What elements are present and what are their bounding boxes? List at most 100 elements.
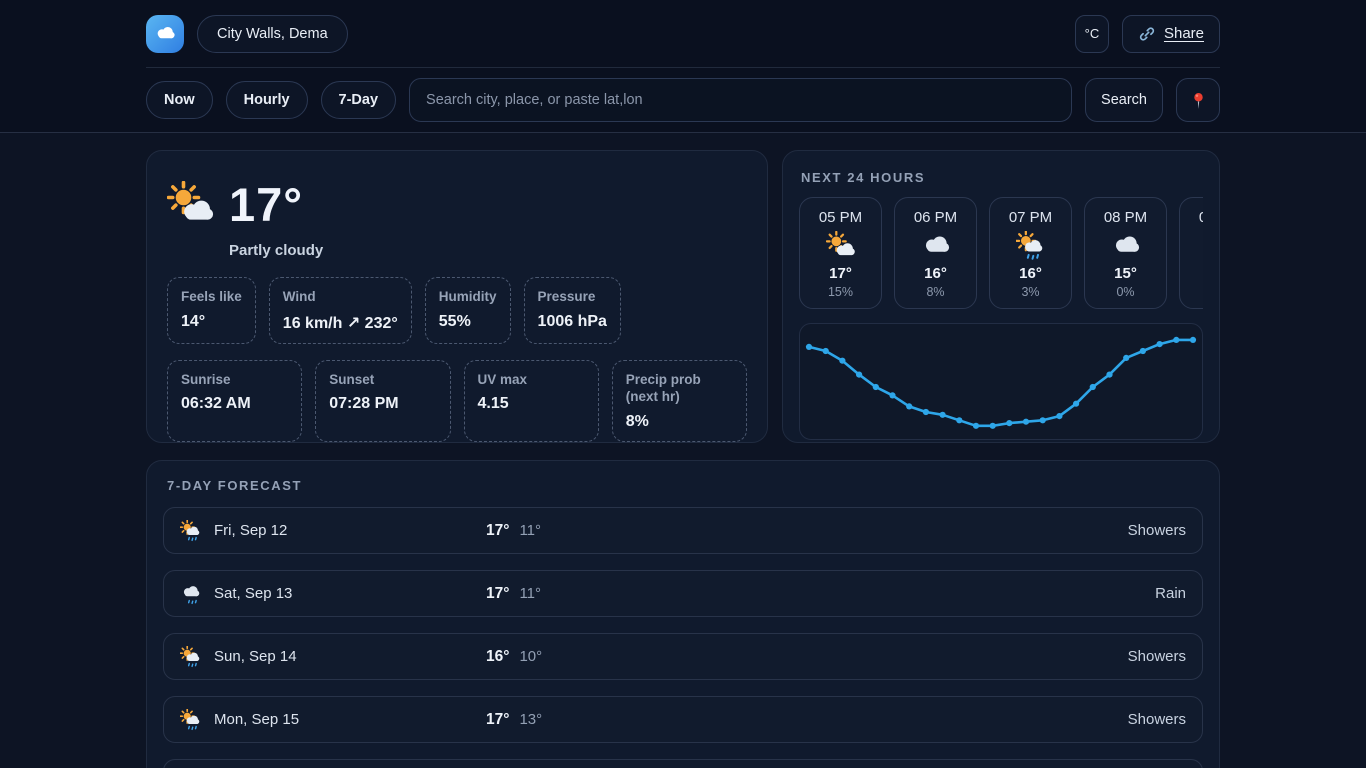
hour-time: 07 PM xyxy=(1009,209,1052,226)
main-content: 17° Partly cloudy Feels like 14° Wind 16… xyxy=(146,133,1220,768)
temperature-trend-chart xyxy=(799,323,1203,440)
tab-hourly[interactable]: Hourly xyxy=(226,81,308,119)
logo-cloud-icon xyxy=(154,23,176,45)
hour-time: 09 PM xyxy=(1199,209,1203,226)
day-low-temp: 13° xyxy=(519,711,542,728)
locate-button[interactable] xyxy=(1176,78,1220,122)
hourly-cards-row: 05 PM 17° 15% 06 PM 16° 8% 07 PM 16° 3% xyxy=(799,197,1203,309)
day-low-temp: 11° xyxy=(519,585,541,602)
app-header: City Walls, Dema °C Share Now Hourly 7-D… xyxy=(0,0,1366,133)
share-button[interactable]: Share xyxy=(1122,15,1220,53)
seven-day-forecast-title: 7-DAY FORECAST xyxy=(167,478,1203,493)
stat-label: Humidity xyxy=(439,288,497,306)
tab-now[interactable]: Now xyxy=(146,81,213,119)
stat-label: UV max xyxy=(478,371,585,389)
stat-value: 14° xyxy=(181,313,242,331)
tab-7-day[interactable]: 7-Day xyxy=(321,81,397,119)
current-condition: Partly cloudy xyxy=(229,242,747,259)
day-condition: Showers xyxy=(1128,522,1186,539)
day-label: Mon, Sep 15 xyxy=(214,711,486,728)
sun-behind-cloud-icon xyxy=(167,181,215,229)
stat-tile-precip-prob: Precip prob (next hr) 8% xyxy=(612,360,747,442)
top-grid: 17° Partly cloudy Feels like 14° Wind 16… xyxy=(146,150,1220,443)
stat-tile-pressure: Pressure 1006 hPa xyxy=(524,277,621,344)
sun-behind-rain-cloud-icon xyxy=(180,520,202,542)
stat-value: 06:32 AM xyxy=(181,395,288,413)
day-high-temp: 16° xyxy=(486,648,509,666)
hour-temp: 15° xyxy=(1114,265,1137,282)
day-high-temp: 17° xyxy=(486,711,509,729)
hour-time: 05 PM xyxy=(819,209,862,226)
day-row: Fri, Sep 12 17° 11° Showers xyxy=(163,507,1203,554)
sun-behind-cloud-icon xyxy=(826,231,856,261)
hour-time: 06 PM xyxy=(914,209,957,226)
stat-tile-sunset: Sunset 07:28 PM xyxy=(315,360,450,442)
header-top-row: City Walls, Dema °C Share xyxy=(146,0,1220,67)
day-condition: Showers xyxy=(1128,648,1186,665)
hour-time: 08 PM xyxy=(1104,209,1147,226)
stat-value: 8% xyxy=(626,413,733,431)
stat-value: 55% xyxy=(439,313,497,331)
hour-temp: 16° xyxy=(1019,265,1042,282)
hour-card: 08 PM 15° 0% xyxy=(1084,197,1167,309)
search-input[interactable] xyxy=(409,78,1072,122)
stat-tile-wind: Wind 16 km/h ↗ 232° xyxy=(269,277,412,344)
day-row: Mon, Sep 15 17° 13° Showers xyxy=(163,696,1203,743)
day-low-temp: 11° xyxy=(519,522,541,539)
line-chart xyxy=(800,324,1202,439)
day-label: Fri, Sep 12 xyxy=(214,522,486,539)
current-stats-row2: Sunrise 06:32 AM Sunset 07:28 PM UV max … xyxy=(167,360,747,442)
search-button[interactable]: Search xyxy=(1085,78,1163,122)
link-icon xyxy=(1138,25,1156,43)
location-chip: City Walls, Dema xyxy=(197,15,348,53)
day-row-partial xyxy=(163,759,1203,768)
app-logo xyxy=(146,15,184,53)
header-nav-row: Now Hourly 7-Day Search xyxy=(146,67,1220,132)
stat-value: 4.15 xyxy=(478,395,585,413)
day-low-temp: 10° xyxy=(519,648,542,665)
next-24-hours-card: NEXT 24 HOURS 05 PM 17° 15% 06 PM 16° 8%… xyxy=(782,150,1220,443)
hour-temp: 17° xyxy=(829,265,852,282)
hour-card: 06 PM 16° 8% xyxy=(894,197,977,309)
hour-card: 09 PM 15° xyxy=(1179,197,1203,309)
stat-tile-humidity: Humidity 55% xyxy=(425,277,511,344)
hour-precip: 8% xyxy=(926,285,944,299)
current-weather-card: 17° Partly cloudy Feels like 14° Wind 16… xyxy=(146,150,768,443)
day-label: Sun, Sep 14 xyxy=(214,648,486,665)
current-stats-row1: Feels like 14° Wind 16 km/h ↗ 232° Humid… xyxy=(167,277,747,344)
day-high-temp: 17° xyxy=(486,522,509,540)
sun-behind-rain-cloud-icon xyxy=(180,709,202,731)
day-condition: Showers xyxy=(1128,711,1186,728)
stat-label: Wind xyxy=(283,288,398,306)
current-temperature: 17° xyxy=(229,177,303,232)
current-hero: 17° xyxy=(167,177,747,232)
cloud-icon xyxy=(921,231,951,261)
stat-label: Precip prob (next hr) xyxy=(626,371,733,406)
stat-label: Feels like xyxy=(181,288,242,306)
next-24-hours-title: NEXT 24 HOURS xyxy=(801,170,1203,185)
share-label: Share xyxy=(1164,25,1204,42)
day-row: Sun, Sep 14 16° 10° Showers xyxy=(163,633,1203,680)
stat-value: 07:28 PM xyxy=(329,395,436,413)
day-high-temp: 17° xyxy=(486,585,509,603)
location-label: City Walls, Dema xyxy=(217,26,328,42)
seven-day-forecast-card: 7-DAY FORECAST Fri, Sep 12 17° 11° Showe… xyxy=(146,460,1220,768)
unit-toggle-button[interactable]: °C xyxy=(1075,15,1109,53)
stat-tile-uv-max: UV max 4.15 xyxy=(464,360,599,442)
stat-tile-sunrise: Sunrise 06:32 AM xyxy=(167,360,302,442)
sun-behind-rain-cloud-icon xyxy=(180,646,202,668)
sun-behind-rain-cloud-icon xyxy=(1016,231,1046,261)
day-label: Sat, Sep 13 xyxy=(214,585,486,602)
stat-label: Sunrise xyxy=(181,371,288,389)
stat-tile-feels-like: Feels like 14° xyxy=(167,277,256,344)
day-row: Sat, Sep 13 17° 11° Rain xyxy=(163,570,1203,617)
stat-label: Pressure xyxy=(538,288,607,306)
hour-precip: 15% xyxy=(828,285,853,299)
pushpin-icon xyxy=(1188,90,1209,111)
rain-cloud-icon xyxy=(180,583,202,605)
hour-precip: 3% xyxy=(1021,285,1039,299)
stat-label: Sunset xyxy=(329,371,436,389)
hour-card: 07 PM 16° 3% xyxy=(989,197,1072,309)
hour-card: 05 PM 17° 15% xyxy=(799,197,882,309)
day-condition: Rain xyxy=(1155,585,1186,602)
